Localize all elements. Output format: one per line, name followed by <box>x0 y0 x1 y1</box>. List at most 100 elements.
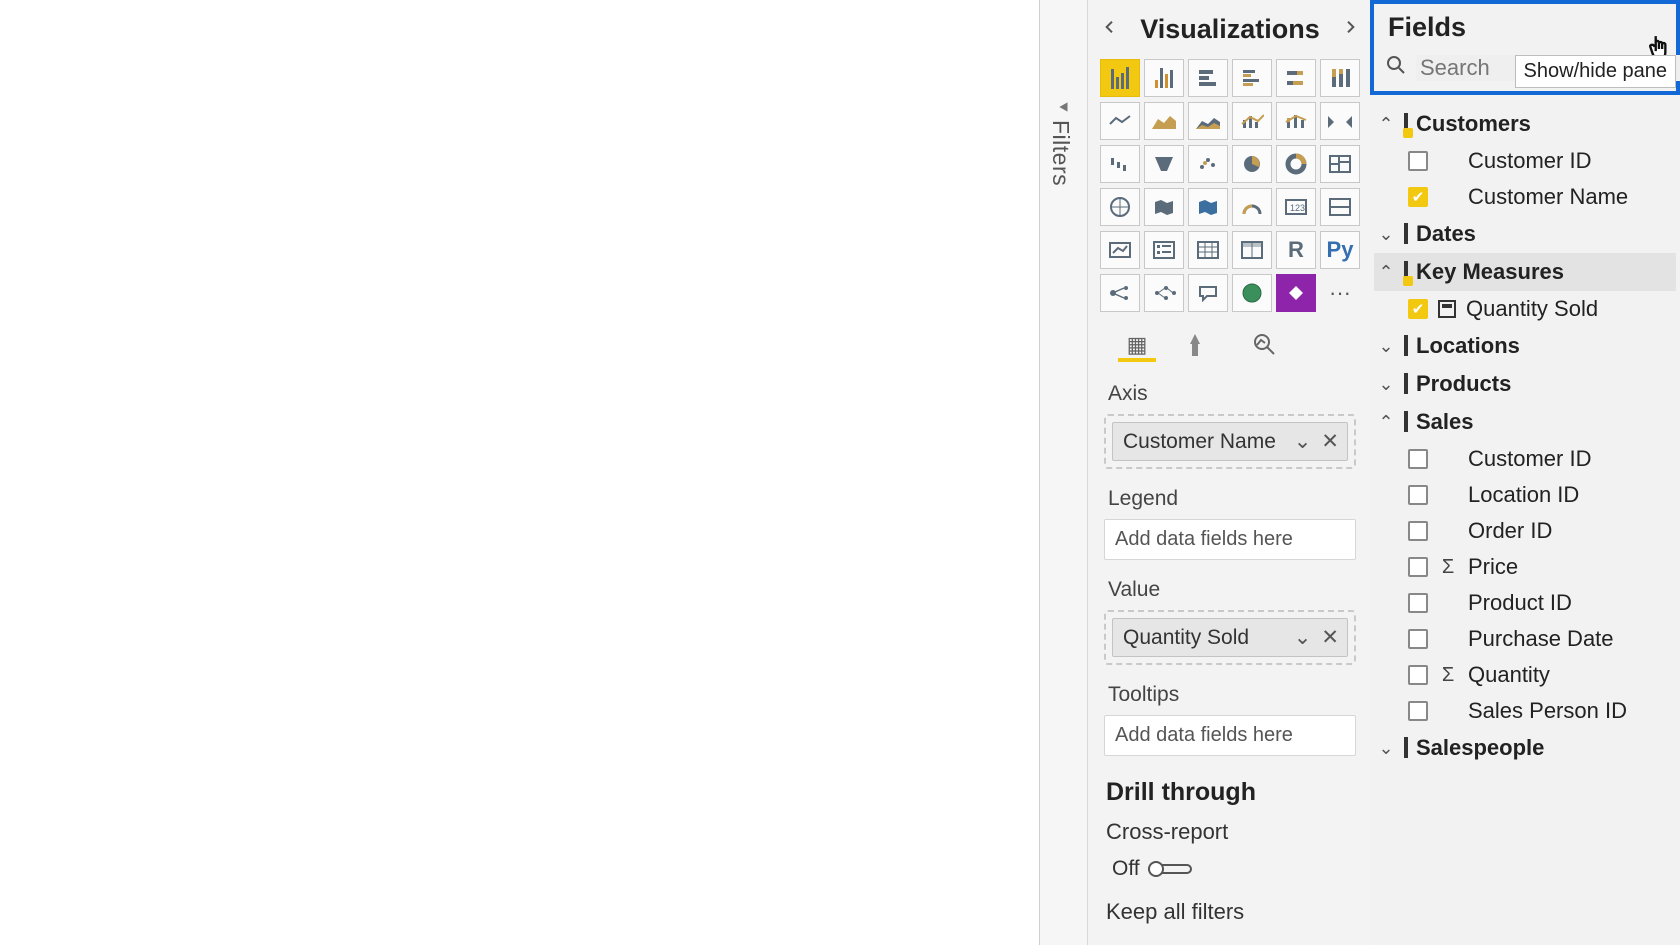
show-hide-pane-tooltip: Show/hide pane <box>1515 55 1676 88</box>
table-sales[interactable]: ⌃ Sales <box>1374 403 1676 441</box>
checkbox[interactable] <box>1408 449 1428 469</box>
value-field-chip[interactable]: Quantity Sold ⌄ ✕ <box>1112 618 1348 657</box>
treemap-icon[interactable] <box>1320 145 1360 183</box>
filters-pane-collapsed[interactable]: Filters <box>1040 0 1088 945</box>
waterfall-chart-icon[interactable] <box>1100 145 1140 183</box>
field-purchase-date[interactable]: Purchase Date <box>1374 621 1676 657</box>
value-dropzone[interactable]: Quantity Sold ⌄ ✕ <box>1104 610 1356 665</box>
filled-map-icon[interactable] <box>1144 188 1184 226</box>
power-apps-visual-icon[interactable] <box>1276 274 1316 312</box>
legend-dropzone[interactable]: Add data fields here <box>1104 519 1356 560</box>
toggle-knob <box>1148 861 1164 877</box>
clustered-column-icon[interactable] <box>1232 59 1272 97</box>
funnel-chart-icon[interactable] <box>1144 145 1184 183</box>
hundred-stacked-column-icon[interactable] <box>1320 59 1360 97</box>
matrix-icon[interactable] <box>1232 231 1272 269</box>
hundred-stacked-bar-icon[interactable] <box>1276 59 1316 97</box>
field-order-id[interactable]: Order ID <box>1374 513 1676 549</box>
field-price[interactable]: Σ Price <box>1374 549 1676 585</box>
cross-report-toggle[interactable]: Off <box>1098 847 1362 881</box>
checkbox[interactable] <box>1408 665 1428 685</box>
field-location-id[interactable]: Location ID <box>1374 477 1676 513</box>
map-icon[interactable] <box>1100 188 1140 226</box>
chevron-down-icon[interactable]: ⌄ <box>1294 429 1312 454</box>
gauge-icon[interactable] <box>1232 188 1272 226</box>
scatter-chart-icon[interactable] <box>1188 145 1228 183</box>
toggle-track <box>1148 864 1192 874</box>
donut-chart-icon[interactable] <box>1276 145 1316 183</box>
field-customer-name[interactable]: ✔ Customer Name <box>1374 179 1676 215</box>
remove-field-icon[interactable]: ✕ <box>1321 625 1339 650</box>
decomposition-tree-icon[interactable] <box>1144 274 1184 312</box>
table-icon <box>1404 411 1408 432</box>
chevron-up-icon: ⌃ <box>1376 412 1396 433</box>
pie-chart-icon[interactable] <box>1232 145 1272 183</box>
table-locations[interactable]: ⌄ Locations <box>1374 327 1676 365</box>
collapse-viz-right-icon[interactable] <box>1342 18 1358 41</box>
ribbon-chart-icon[interactable] <box>1320 102 1360 140</box>
fields-header-highlight: Fields Show/hide pane <box>1370 0 1680 95</box>
fields-tab[interactable]: ▦ <box>1118 332 1156 362</box>
field-sales-customer-id[interactable]: Customer ID <box>1374 441 1676 477</box>
chevron-down-icon[interactable]: ⌄ <box>1294 625 1312 650</box>
line-clustered-column-icon[interactable] <box>1232 102 1272 140</box>
table-dates[interactable]: ⌄ Dates <box>1374 215 1676 253</box>
collapse-viz-left-icon[interactable] <box>1102 18 1118 41</box>
axis-dropzone[interactable]: Customer Name ⌄ ✕ <box>1104 414 1356 469</box>
field-quantity-sold[interactable]: ✔ Quantity Sold <box>1374 291 1676 327</box>
table-icon <box>1404 223 1408 244</box>
arcgis-map-icon[interactable] <box>1232 274 1272 312</box>
checkbox[interactable] <box>1408 557 1428 577</box>
shape-map-icon[interactable] <box>1188 188 1228 226</box>
checkbox[interactable] <box>1408 629 1428 649</box>
cross-report-label: Cross-report <box>1098 817 1362 847</box>
field-customer-id[interactable]: Customer ID <box>1374 143 1676 179</box>
table-salespeople[interactable]: ⌄ Salespeople <box>1374 729 1676 767</box>
checkbox[interactable]: ✔ <box>1408 187 1428 207</box>
svg-text:123: 123 <box>1290 203 1305 213</box>
table-visual-icon[interactable] <box>1188 231 1228 269</box>
python-visual-icon[interactable]: Py <box>1320 231 1360 269</box>
table-customers[interactable]: ⌃ Customers <box>1374 105 1676 143</box>
clustered-bar-chart-icon[interactable] <box>1144 59 1184 97</box>
field-label: Location ID <box>1468 482 1579 508</box>
checkbox[interactable] <box>1408 485 1428 505</box>
sigma-icon: Σ <box>1438 664 1458 687</box>
fields-pane: Fields Show/hide pane ⌃ Customers Custom… <box>1370 0 1680 945</box>
checkbox[interactable] <box>1408 701 1428 721</box>
axis-field-chip[interactable]: Customer Name ⌄ ✕ <box>1112 422 1348 461</box>
analytics-tab[interactable] <box>1246 332 1284 362</box>
checkbox[interactable] <box>1408 593 1428 613</box>
qa-visual-icon[interactable] <box>1188 274 1228 312</box>
stacked-bar-chart-icon[interactable] <box>1100 59 1140 97</box>
field-product-id[interactable]: Product ID <box>1374 585 1676 621</box>
field-quantity[interactable]: Σ Quantity <box>1374 657 1676 693</box>
checkbox[interactable]: ✔ <box>1408 299 1428 319</box>
r-visual-icon[interactable]: R <box>1276 231 1316 269</box>
card-icon[interactable]: 123 <box>1276 188 1316 226</box>
area-chart-icon[interactable] <box>1144 102 1184 140</box>
more-visuals-icon[interactable]: ··· <box>1320 274 1360 312</box>
line-chart-icon[interactable] <box>1100 102 1140 140</box>
multi-row-card-icon[interactable] <box>1320 188 1360 226</box>
tooltips-label: Tooltips <box>1108 683 1352 707</box>
field-label: Product ID <box>1468 590 1572 616</box>
stacked-column-icon[interactable] <box>1188 59 1228 97</box>
stacked-area-chart-icon[interactable] <box>1188 102 1228 140</box>
value-well: Value Quantity Sold ⌄ ✕ <box>1098 574 1362 679</box>
tooltips-dropzone[interactable]: Add data fields here <box>1104 715 1356 756</box>
format-tab[interactable] <box>1182 332 1220 362</box>
slicer-icon[interactable] <box>1144 231 1184 269</box>
line-stacked-column-icon[interactable] <box>1276 102 1316 140</box>
key-influencers-icon[interactable] <box>1100 274 1140 312</box>
search-icon <box>1386 55 1406 81</box>
field-sales-person-id[interactable]: Sales Person ID <box>1374 693 1676 729</box>
table-key-measures[interactable]: ⌃ Key Measures <box>1374 253 1676 291</box>
checkbox[interactable] <box>1408 151 1428 171</box>
report-canvas[interactable] <box>0 0 1040 945</box>
table-products[interactable]: ⌄ Products <box>1374 365 1676 403</box>
checkbox[interactable] <box>1408 521 1428 541</box>
chevron-up-icon: ⌃ <box>1376 262 1396 283</box>
kpi-icon[interactable] <box>1100 231 1140 269</box>
remove-field-icon[interactable]: ✕ <box>1321 429 1339 454</box>
